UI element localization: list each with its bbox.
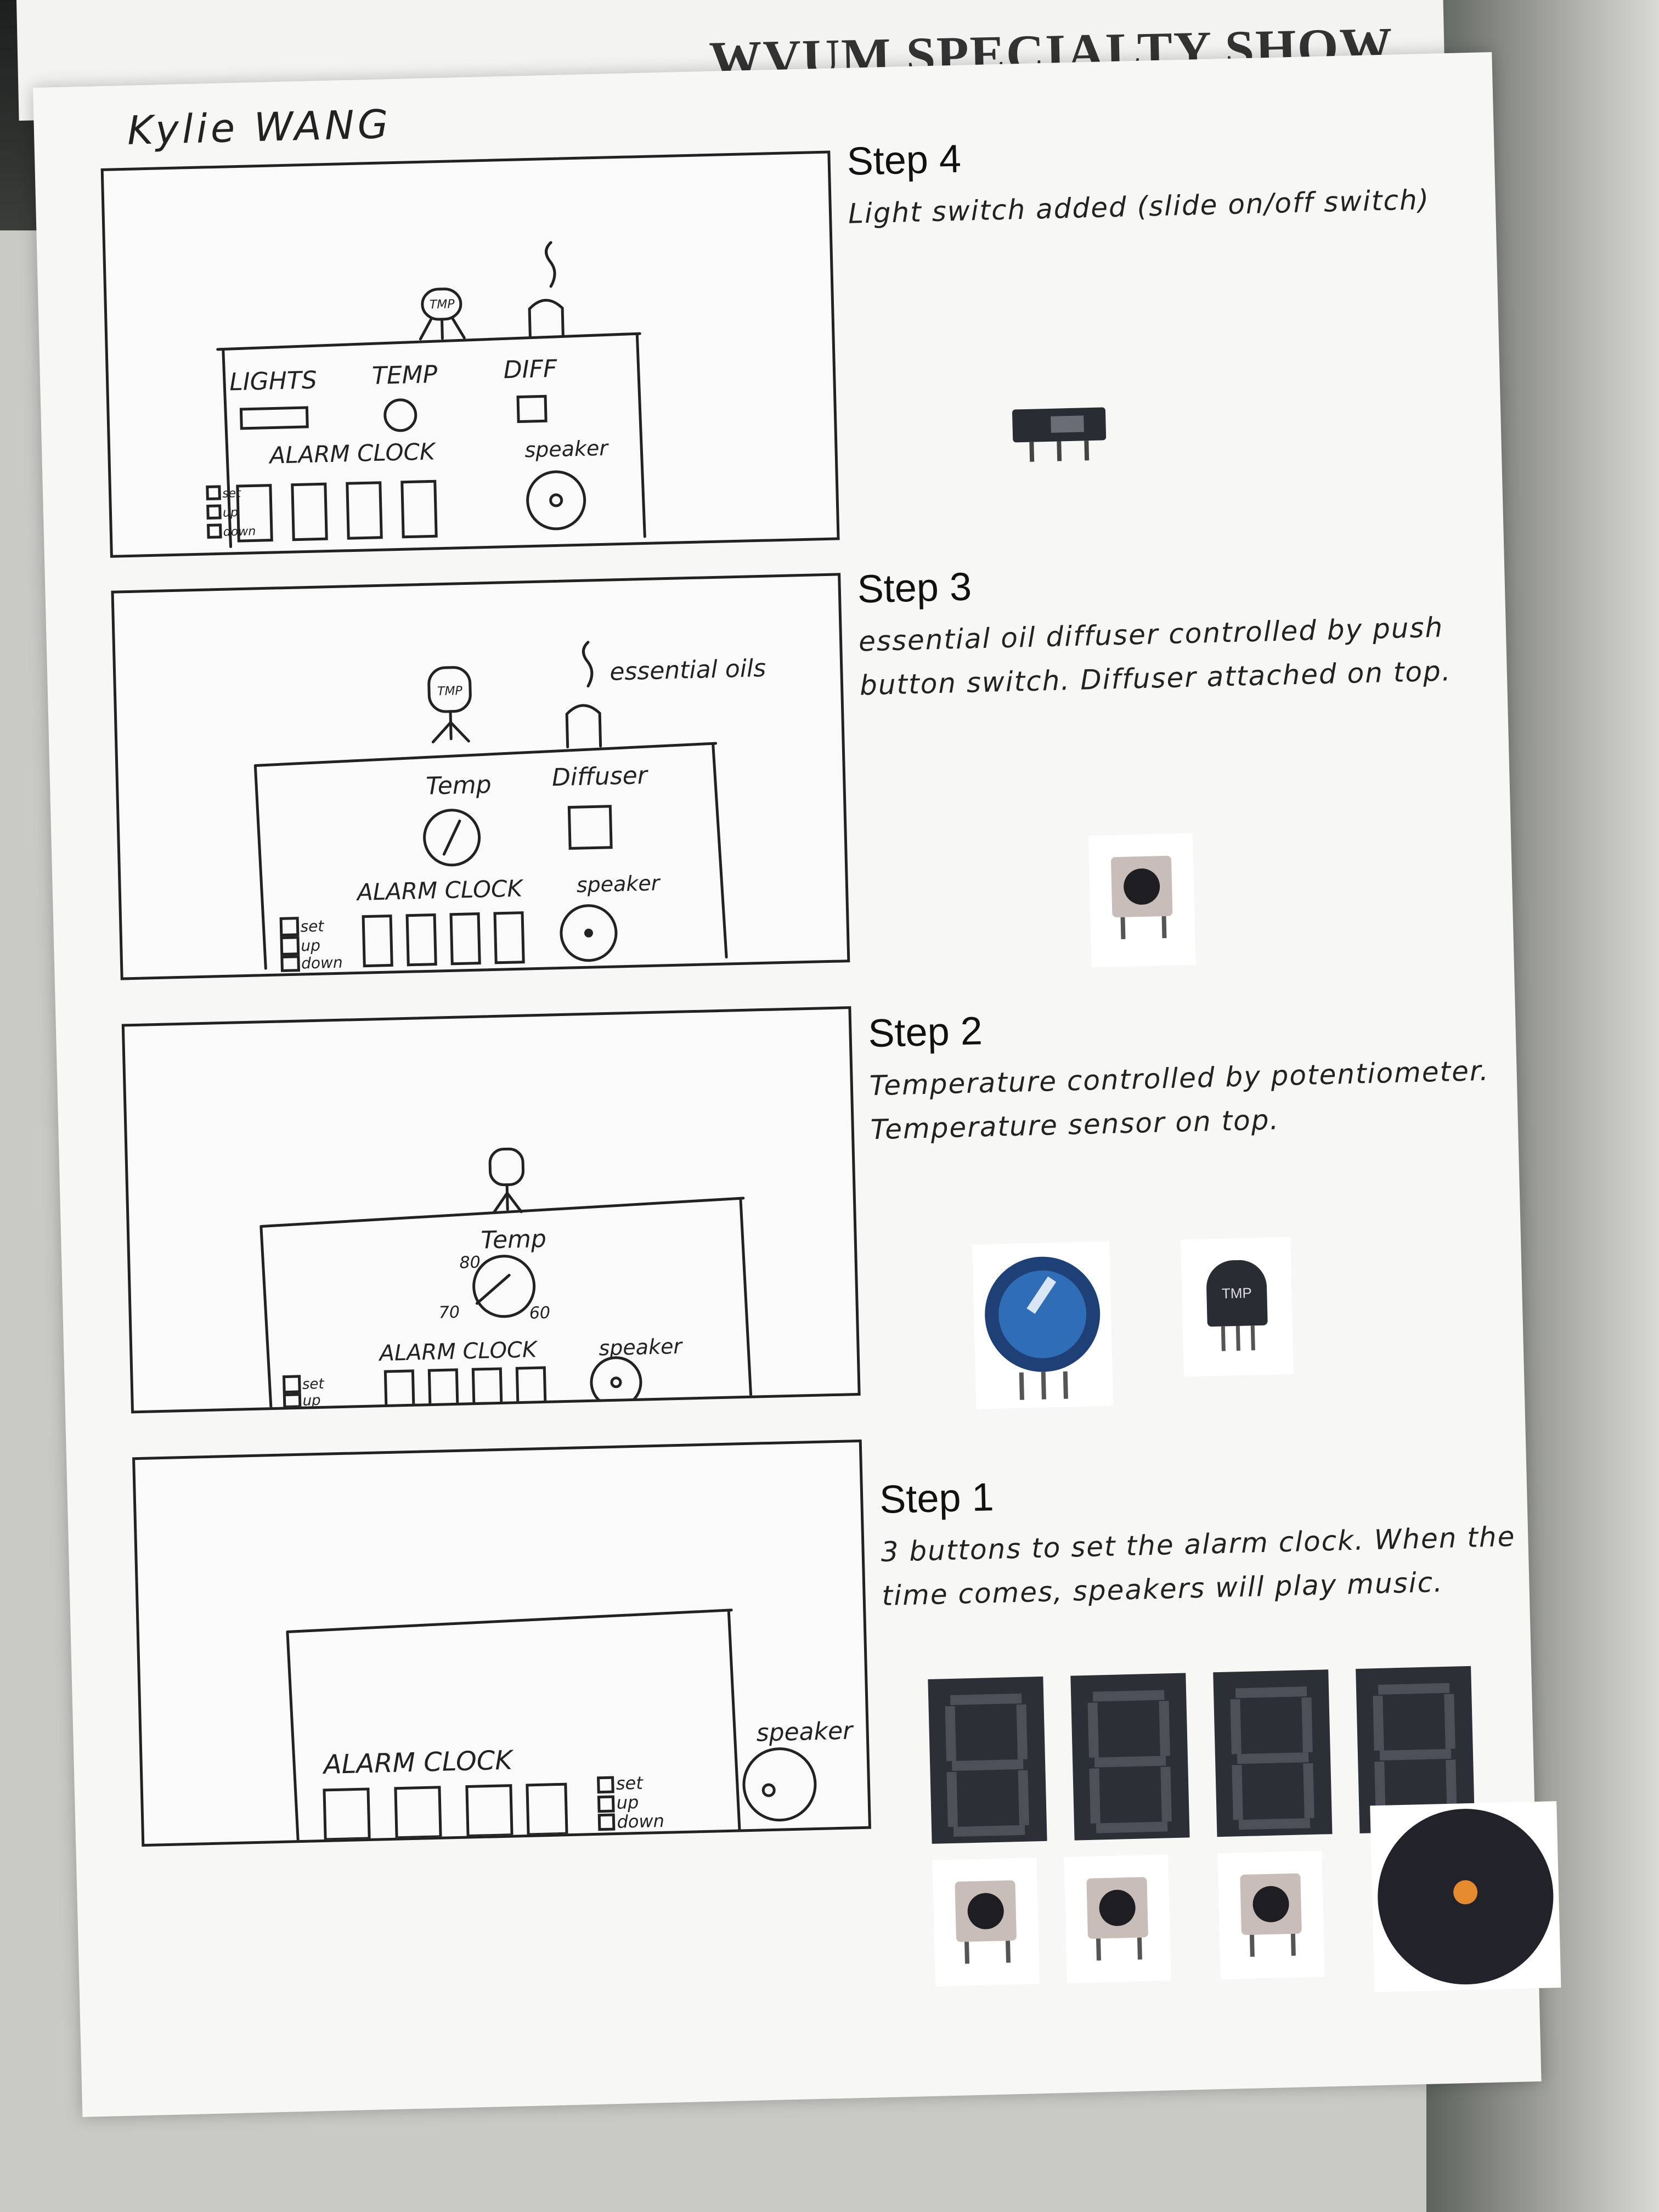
step-2-text: Temperature controlled by potentiometer.… xyxy=(869,1054,1490,1146)
svg-text:set: set xyxy=(302,1376,325,1393)
panel-4-sketch: TMP LIGHTS TEMP DIFF ALARM CLOCK speaker… xyxy=(206,241,646,548)
svg-text:up: up xyxy=(302,1392,321,1409)
tmp-label: TMP xyxy=(1221,1284,1252,1302)
temp-sensor-icon: TMP xyxy=(1180,1237,1294,1377)
svg-text:ALARM CLOCK: ALARM CLOCK xyxy=(321,1745,515,1780)
panel-1-sketch: ALARM CLOCK set up down speaker xyxy=(286,1609,855,1842)
panel-2-sketch: Temp 80 70 60 ALARM CLOCK speaker set up xyxy=(259,1147,753,1411)
svg-text:TMP: TMP xyxy=(430,297,455,312)
sketch-panel-step-3: TMP essential oils Temp Diffuser ALARM C… xyxy=(111,573,850,980)
sketch-panel-step-1: ALARM CLOCK set up down speaker xyxy=(132,1439,871,1847)
buzzer-speaker-icon xyxy=(1370,1801,1561,1993)
alarm-down-button-icon xyxy=(1217,1850,1325,1980)
svg-text:LIGHTS: LIGHTS xyxy=(229,366,318,397)
diffuser-sketch xyxy=(528,298,565,338)
potentiometer-icon xyxy=(972,1241,1114,1409)
svg-text:70: 70 xyxy=(438,1303,460,1323)
svg-text:ALARM CLOCK: ALARM CLOCK xyxy=(268,438,437,469)
svg-text:Temp: Temp xyxy=(426,771,492,800)
storyboard-sheet: Kylie WANG TMP LIGHTS TEMP DIFF ALARM CL… xyxy=(33,52,1561,2117)
svg-text:up: up xyxy=(301,936,320,955)
svg-text:set: set xyxy=(222,487,242,501)
step-4: Step 4 Light switch added (slide on/off … xyxy=(847,123,1496,236)
step-1-title: Step 1 xyxy=(879,1475,995,1522)
step-2-title: Step 2 xyxy=(867,1009,983,1056)
alarm-up-button-icon xyxy=(1064,1854,1171,1983)
sketch-panel-step-2: Temp 80 70 60 ALARM CLOCK speaker set up xyxy=(121,1006,861,1414)
step-1: Step 1 3 buttons to set the alarm clock.… xyxy=(879,1462,1530,1618)
temp-knob-sketch xyxy=(383,398,417,432)
svg-text:Temp: Temp xyxy=(481,1225,547,1255)
svg-text:TEMP: TEMP xyxy=(371,360,438,390)
author-name: Kylie WANG xyxy=(126,101,392,154)
push-button-icon xyxy=(1088,833,1196,968)
svg-text:set: set xyxy=(616,1773,644,1794)
sketch-panel-step-4: TMP LIGHTS TEMP DIFF ALARM CLOCK speaker… xyxy=(100,150,840,558)
svg-text:Diffuser: Diffuser xyxy=(551,761,649,792)
svg-text:ALARM CLOCK: ALARM CLOCK xyxy=(355,875,524,906)
svg-text:set: set xyxy=(300,917,325,935)
svg-text:80: 80 xyxy=(459,1253,481,1273)
svg-text:speaker: speaker xyxy=(576,871,661,897)
step-2: Step 2 Temperature controlled by potenti… xyxy=(868,995,1519,1152)
digit-2 xyxy=(1070,1673,1190,1841)
svg-text:up: up xyxy=(616,1792,639,1813)
panel-3-sketch: TMP essential oils Temp Diffuser ALARM C… xyxy=(253,641,766,973)
light-switch-sketch xyxy=(239,406,309,430)
svg-text:down: down xyxy=(223,524,256,539)
svg-text:DIFF: DIFF xyxy=(503,355,557,384)
svg-text:speaker: speaker xyxy=(524,436,610,462)
svg-text:up: up xyxy=(223,506,239,520)
digit-1 xyxy=(928,1676,1047,1844)
step-1-text: 3 buttons to set the alarm clock. When t… xyxy=(880,1520,1516,1612)
svg-text:60: 60 xyxy=(529,1304,550,1323)
step-4-title: Step 4 xyxy=(846,137,962,184)
step-3: Step 3 essential oil diffuser controlled… xyxy=(857,551,1508,708)
speaker-sketch xyxy=(526,470,586,531)
step-4-text: Light switch added (slide on/off switch) xyxy=(848,183,1430,230)
svg-text:down: down xyxy=(617,1810,664,1832)
digit-3 xyxy=(1213,1669,1333,1837)
svg-text:TMP: TMP xyxy=(437,684,463,698)
step-3-text: essential oil diffuser controlled by pus… xyxy=(858,611,1452,702)
step-3-title: Step 3 xyxy=(856,565,972,612)
svg-text:speaker: speaker xyxy=(756,1717,855,1747)
svg-text:ALARM CLOCK: ALARM CLOCK xyxy=(377,1337,538,1366)
svg-text:essential oils: essential oils xyxy=(610,654,766,686)
svg-text:down: down xyxy=(301,953,343,973)
slide-switch-icon xyxy=(1012,402,1107,464)
alarm-set-button-icon xyxy=(932,1858,1040,1987)
svg-text:speaker: speaker xyxy=(599,1334,684,1361)
